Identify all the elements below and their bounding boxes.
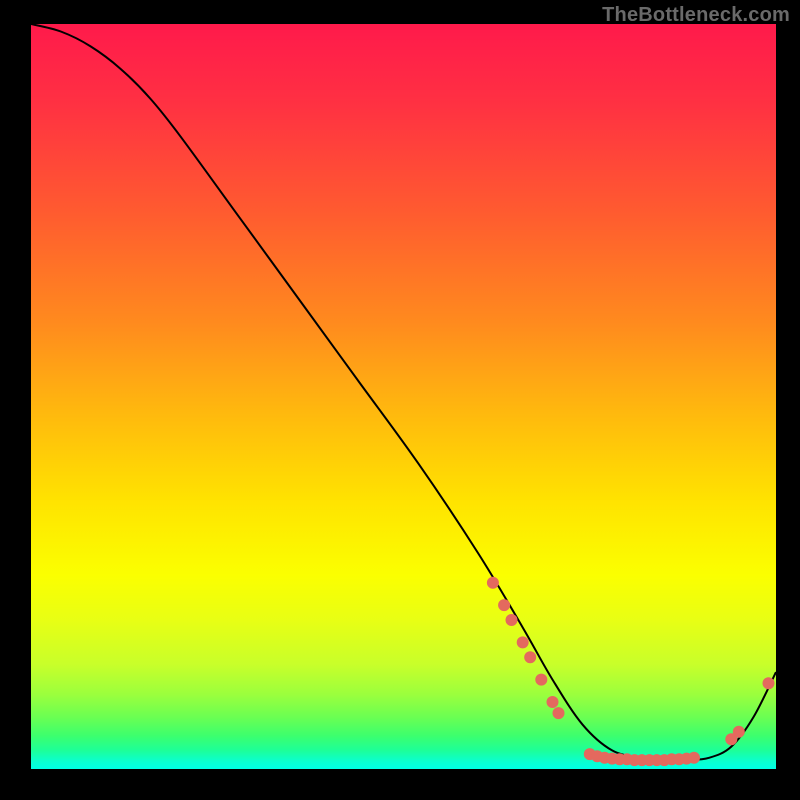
data-point-marker (688, 752, 700, 764)
data-point-marker (487, 577, 499, 589)
data-point-marker (733, 726, 745, 738)
data-point-marker (763, 677, 775, 689)
chart-plot-area (31, 24, 776, 769)
data-point-marker (498, 599, 510, 611)
curve-line (31, 24, 776, 760)
data-point-marker (547, 696, 559, 708)
data-point-marker (535, 674, 547, 686)
data-point-marker (553, 707, 565, 719)
marker-group (487, 577, 775, 766)
chart-svg (31, 24, 776, 769)
chart-frame: TheBottleneck.com (0, 0, 800, 800)
data-point-marker (506, 614, 518, 626)
data-point-marker (517, 636, 529, 648)
data-point-marker (524, 651, 536, 663)
